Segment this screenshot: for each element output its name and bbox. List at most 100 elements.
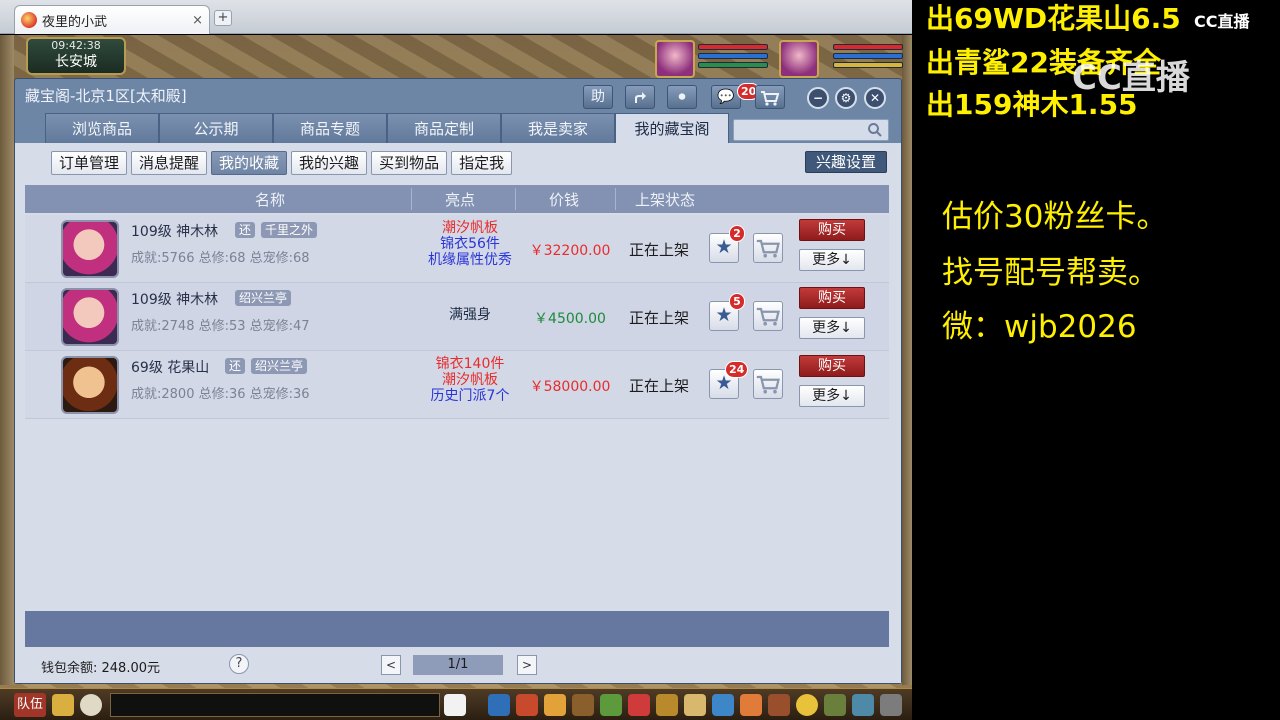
minimize-icon: −	[812, 91, 824, 105]
character-avatar[interactable]	[61, 356, 119, 414]
prev-page-button[interactable]: <	[381, 655, 401, 675]
settings-button[interactable]: ⚙	[835, 87, 857, 109]
chat-input[interactable]	[110, 693, 440, 717]
search-input[interactable]	[733, 119, 889, 141]
trade-icon[interactable]	[572, 694, 594, 716]
fly-icon[interactable]	[712, 694, 734, 716]
column-divider	[515, 188, 516, 210]
buy-button[interactable]: 购买	[799, 287, 865, 309]
pet-portrait[interactable]	[655, 40, 695, 78]
guild-icon[interactable]	[684, 694, 706, 716]
game-favicon-icon	[21, 12, 37, 28]
give-icon[interactable]	[544, 694, 566, 716]
pet-icon[interactable]	[628, 694, 650, 716]
tab-custom[interactable]: 商品定制	[387, 113, 501, 143]
column-divider	[411, 188, 412, 210]
more-button[interactable]: 更多↓	[799, 249, 865, 271]
location-widget[interactable]: 09:42:38 长安城	[26, 37, 126, 75]
activity-icon[interactable]	[796, 694, 818, 716]
menu-icon[interactable]	[852, 694, 874, 716]
more-button[interactable]: 更多↓	[799, 317, 865, 339]
server-badge: 绍兴兰亭	[235, 290, 292, 306]
close-tab-icon[interactable]: ×	[192, 13, 203, 28]
minimize-button[interactable]: −	[807, 87, 829, 109]
add-to-cart-button[interactable]	[753, 369, 783, 399]
share-button[interactable]	[625, 85, 655, 109]
table-row[interactable]: 109级 神木林 绍兴兰亭 成就:2748 总修:53 总宠修:47 满强身 ￥…	[25, 283, 889, 351]
subtab-interests[interactable]: 我的兴趣	[291, 151, 368, 175]
next-page-button[interactable]: >	[517, 655, 537, 675]
column-divider	[615, 188, 616, 210]
help-button[interactable]: 助	[583, 85, 613, 109]
star-icon: ★	[715, 236, 733, 258]
quest-icon[interactable]	[656, 694, 678, 716]
achievement-icon[interactable]	[768, 694, 790, 716]
help-icon[interactable]: ?	[229, 654, 249, 674]
favorite-count-badge: 24	[725, 361, 749, 378]
panel-tabs: 浏览商品 公示期 商品专题 商品定制 我是卖家 我的藏宝阁	[45, 113, 729, 143]
more-button[interactable]: 更多↓	[799, 385, 865, 407]
shopping-cart-icon	[761, 91, 780, 106]
subtab-designated[interactable]: 指定我	[451, 151, 513, 175]
buy-button[interactable]: 购买	[799, 219, 865, 241]
player-portrait[interactable]	[779, 40, 819, 78]
column-name: 名称	[255, 191, 286, 209]
tag-badge: 还	[235, 222, 256, 238]
panel-content: 订单管理 消息提醒 我的收藏 我的兴趣 买到物品 指定我 兴趣设置 名称 亮点 …	[15, 143, 901, 683]
browser-tab-title: 夜里的小武	[42, 14, 108, 30]
scene-right-edge	[902, 35, 912, 685]
tab-publicity[interactable]: 公示期	[159, 113, 273, 143]
sub-tabs: 订单管理 消息提醒 我的收藏 我的兴趣 买到物品 指定我	[51, 151, 513, 175]
search-icon[interactable]	[867, 122, 883, 138]
buy-button[interactable]: 购买	[799, 355, 865, 377]
table-header: 名称 亮点 价钱 上架状态	[25, 185, 889, 213]
character-avatar[interactable]	[61, 220, 119, 278]
info-line: 估价30粉丝卡。	[942, 199, 1168, 235]
chat-emoji-icon[interactable]	[80, 694, 102, 716]
highlight-line: 满强身	[449, 307, 491, 323]
listing-status: 正在上架	[629, 241, 690, 259]
record-button[interactable]: ⏺	[667, 85, 697, 109]
browser-tab[interactable]: 夜里的小武 ×	[14, 5, 210, 34]
tab-seller[interactable]: 我是卖家	[501, 113, 615, 143]
highlight-line: 锦衣56件	[440, 236, 500, 252]
team-icon[interactable]	[600, 694, 622, 716]
cart-button[interactable]	[755, 85, 785, 109]
hp-bar	[698, 44, 768, 50]
new-tab-button[interactable]: +	[214, 10, 232, 26]
shopping-cart-icon	[756, 239, 780, 258]
highlight-line: 锦衣140件	[435, 356, 505, 372]
item-bag-icon[interactable]	[516, 694, 538, 716]
column-price: 价钱	[549, 191, 580, 209]
pet-panda-icon[interactable]	[444, 694, 466, 716]
subtab-notifications[interactable]: 消息提醒	[131, 151, 208, 175]
attack-icon[interactable]	[488, 694, 510, 716]
close-button[interactable]: ✕	[864, 87, 886, 109]
table-row[interactable]: 69级 花果山 还 绍兴兰亭 成就:2800 总修:36 总宠修:36 锦衣14…	[25, 351, 889, 419]
tab-topics[interactable]: 商品专题	[273, 113, 387, 143]
tab-my-pavilion[interactable]: 我的藏宝阁	[615, 113, 729, 143]
column-status: 上架状态	[635, 191, 696, 209]
price: ￥58000.00	[529, 379, 611, 395]
add-to-cart-button[interactable]	[753, 233, 783, 263]
column-highlights: 亮点	[445, 191, 476, 209]
table-row[interactable]: 109级 神木林 还 千里之外 成就:5766 总修:68 总宠修:68 潮汐帆…	[25, 215, 889, 283]
microphone-icon[interactable]	[52, 694, 74, 716]
tab-browse[interactable]: 浏览商品	[45, 113, 159, 143]
team-button[interactable]: 队伍	[14, 693, 46, 717]
price: ￥32200.00	[529, 243, 611, 259]
friends-icon[interactable]	[740, 694, 762, 716]
current-city: 长安城	[55, 54, 97, 70]
character-avatar[interactable]	[61, 288, 119, 346]
highlights: 潮汐帆板 锦衣56件 机缘属性优秀	[409, 220, 531, 268]
settings-icon[interactable]	[880, 694, 902, 716]
highlights: 锦衣140件 潮汐帆板 历史门派7个	[409, 356, 531, 404]
cc-live-logo-small: CC直播	[1194, 12, 1250, 31]
gear-icon: ⚙	[840, 91, 852, 105]
system-icon[interactable]	[824, 694, 846, 716]
add-to-cart-button[interactable]	[753, 301, 783, 331]
subtab-purchased[interactable]: 买到物品	[371, 151, 448, 175]
interest-settings-button[interactable]: 兴趣设置	[804, 151, 887, 173]
subtab-orders[interactable]: 订单管理	[51, 151, 128, 175]
subtab-favorites[interactable]: 我的收藏	[211, 151, 288, 175]
